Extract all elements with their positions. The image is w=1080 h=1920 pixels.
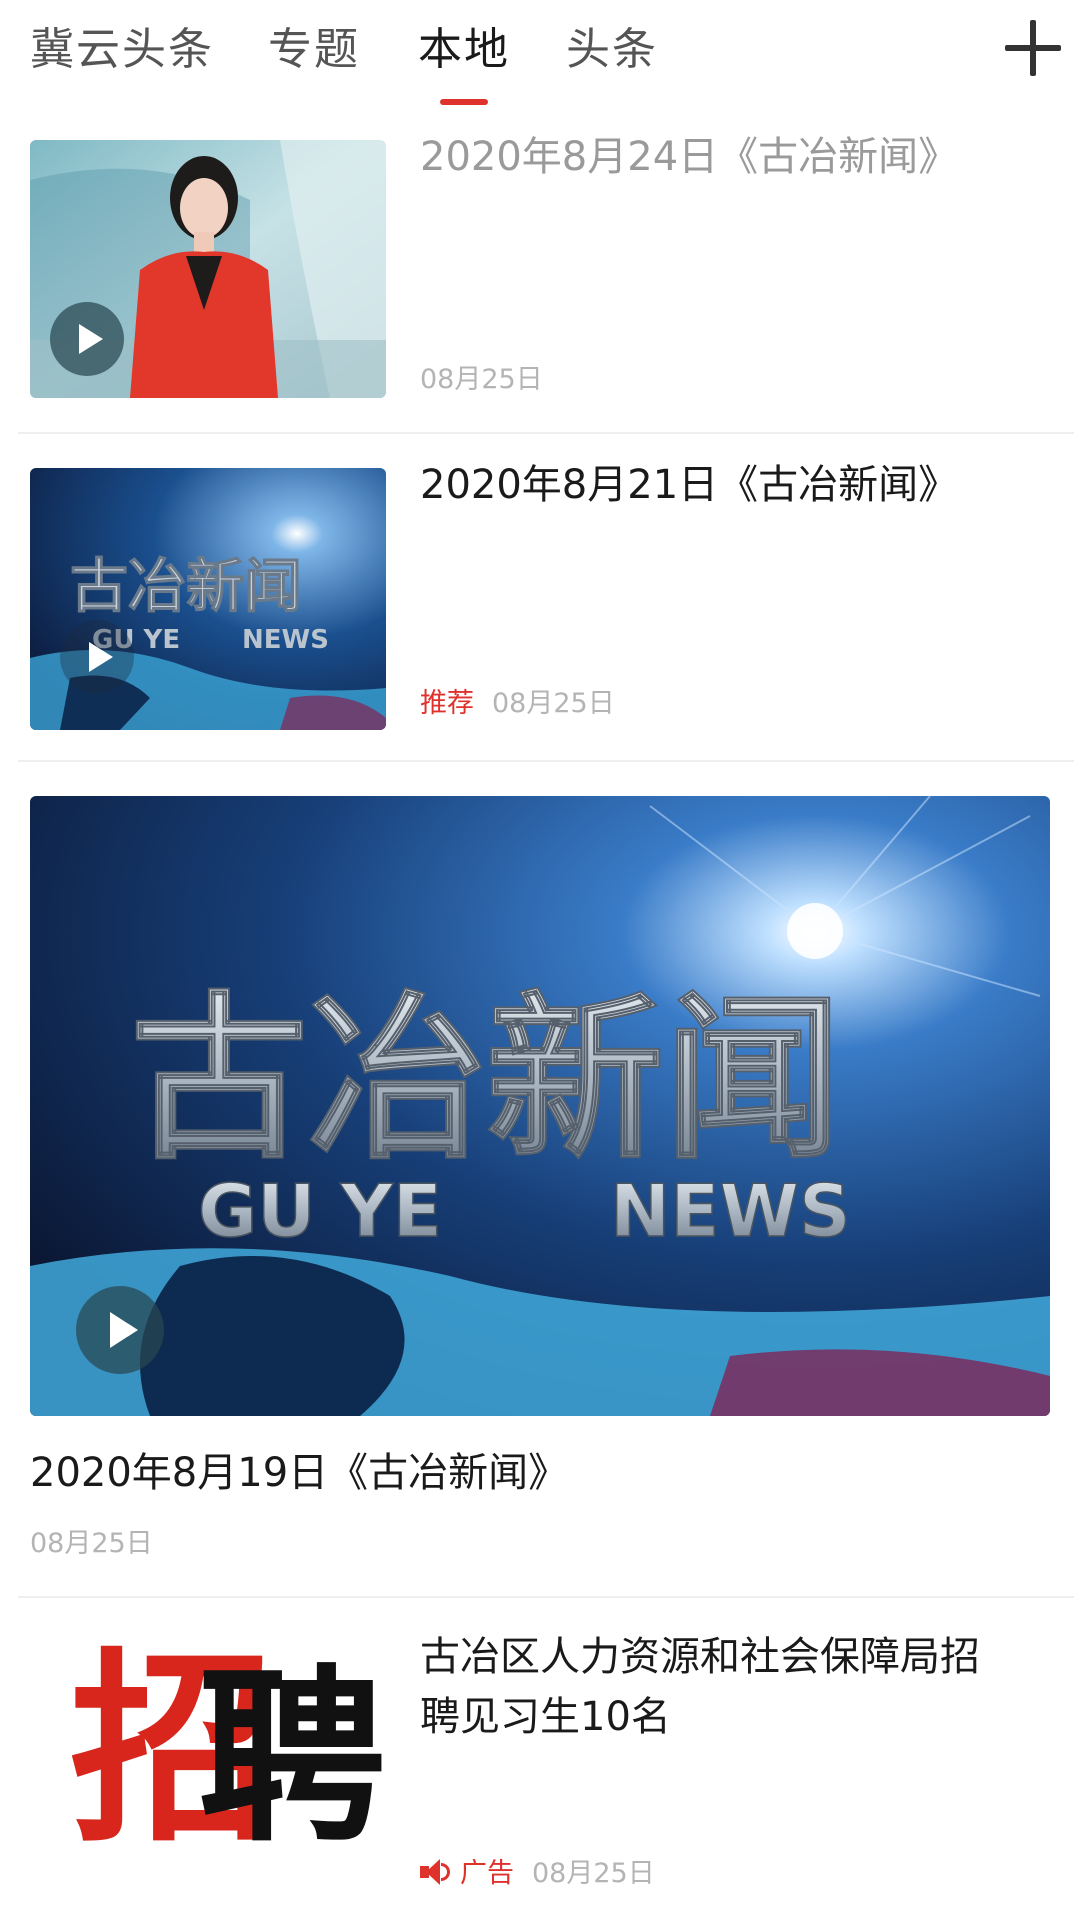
tab-toutiao[interactable]: 头条 bbox=[566, 18, 658, 82]
tab-zhuanti[interactable]: 专题 bbox=[268, 18, 360, 82]
news-title[interactable]: 2020年8月19日《古冶新闻》 bbox=[30, 1444, 568, 1502]
divider bbox=[18, 432, 1074, 434]
ad-title-line2[interactable]: 聘见习生10名 bbox=[420, 1688, 671, 1746]
divider bbox=[18, 1596, 1074, 1598]
publish-date: 08月25日 bbox=[30, 1528, 153, 1559]
divider bbox=[18, 760, 1074, 762]
publish-date: 08月25日 bbox=[420, 364, 543, 395]
thumbnail-logo-cn: 古冶新闻 bbox=[70, 552, 302, 620]
play-icon[interactable] bbox=[76, 1286, 164, 1374]
recruit-thumbnail[interactable]: 招 聘 bbox=[48, 1620, 386, 1910]
news-title[interactable]: 2020年8月24日《古冶新闻》 bbox=[420, 128, 958, 186]
tab-bendi[interactable]: 本地 bbox=[418, 18, 510, 82]
recommend-tag: 推荐 bbox=[420, 688, 474, 719]
plus-icon[interactable] bbox=[1005, 20, 1061, 76]
recruit-char-right: 聘 bbox=[198, 1647, 386, 1868]
thumbnail-logo-en-right: NEWS bbox=[242, 625, 329, 655]
thumbnail-logo-en-right: NEWS bbox=[610, 1169, 851, 1253]
news-title[interactable]: 2020年8月21日《古冶新闻》 bbox=[420, 456, 958, 514]
thumbnail-logo-cn: 古冶新闻 bbox=[130, 976, 842, 1183]
play-icon[interactable] bbox=[60, 620, 134, 694]
item-meta: 广告 08月25日 bbox=[420, 1856, 655, 1892]
speaker-icon bbox=[420, 1859, 450, 1885]
thumbnail-logo-en-left: GU YE bbox=[198, 1169, 442, 1253]
channel-tab-bar: 冀云头条 专题 本地 头条 bbox=[0, 0, 1080, 112]
item-meta: 推荐 08月25日 bbox=[420, 686, 615, 722]
ad-title-line1[interactable]: 古冶区人力资源和社会保障局招 bbox=[420, 1628, 980, 1686]
video-thumbnail[interactable]: 古冶新闻 GU YE NEWS bbox=[30, 796, 1050, 1416]
video-thumbnail[interactable] bbox=[30, 140, 386, 398]
tab-jiyun-toutiao[interactable]: 冀云头条 bbox=[30, 18, 214, 82]
ad-tag: 广告 bbox=[460, 1858, 514, 1889]
active-tab-indicator bbox=[440, 99, 488, 105]
publish-date: 08月25日 bbox=[532, 1858, 655, 1889]
publish-date: 08月25日 bbox=[492, 688, 615, 719]
video-thumbnail[interactable]: 古冶新闻 GU YE NEWS bbox=[30, 468, 386, 730]
play-icon[interactable] bbox=[50, 302, 124, 376]
